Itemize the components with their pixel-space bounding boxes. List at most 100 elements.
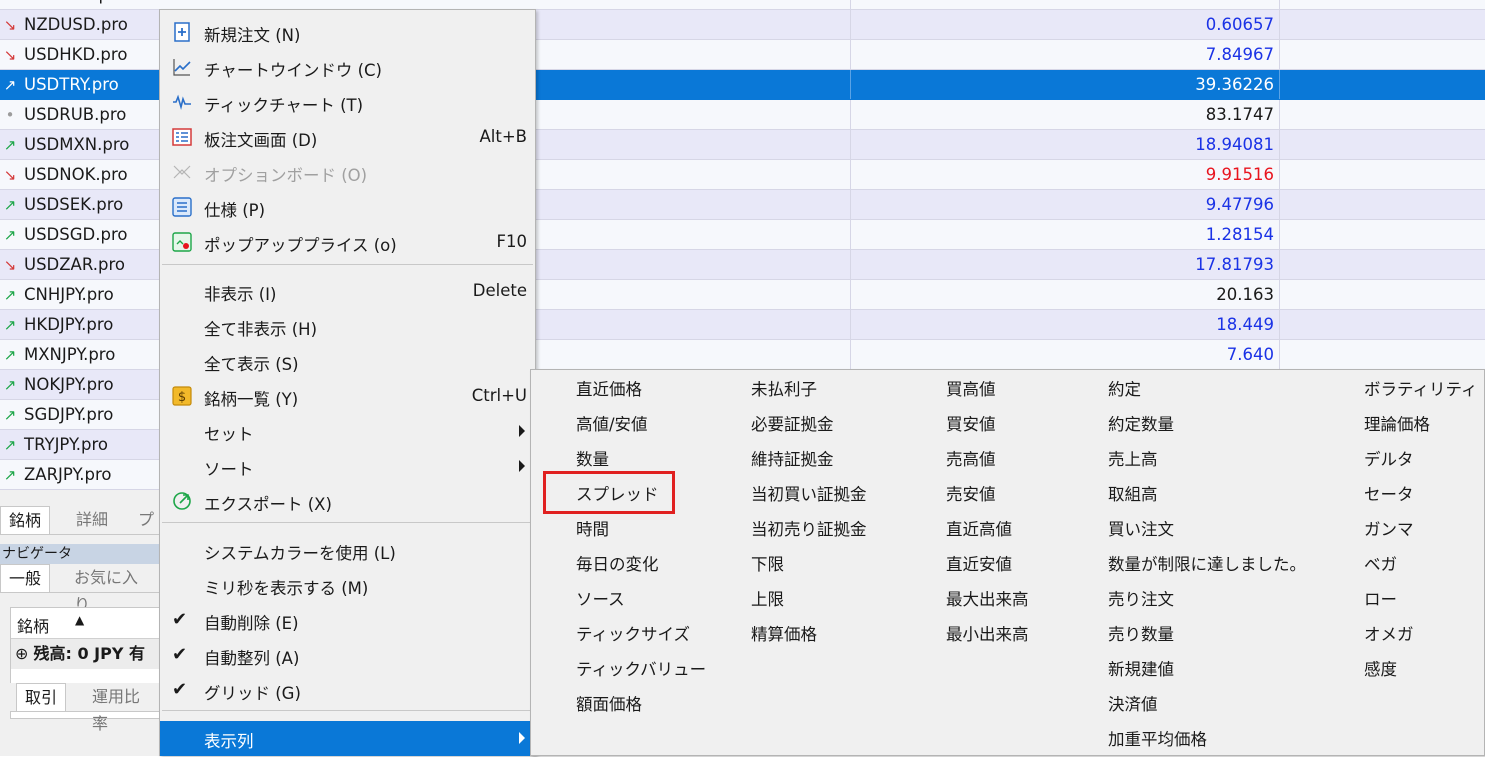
column-option[interactable]: 精算価格 — [751, 617, 817, 652]
menu-item-label: エクスポート (X) — [204, 495, 332, 514]
column-option[interactable]: 当初売り証拠金 — [751, 512, 867, 547]
column-option[interactable]: 売上高 — [1108, 442, 1158, 477]
menu-item-label: システムカラーを使用 (L) — [204, 544, 396, 563]
column-option[interactable]: 最小出来高 — [946, 617, 1029, 652]
menu-item[interactable]: 仕様 (P) — [160, 190, 535, 225]
column-option[interactable]: 直近高値 — [946, 512, 1012, 547]
arrow-up-icon: ↗ — [3, 76, 17, 94]
menu-item[interactable]: チャートウインドウ (C) — [160, 50, 535, 85]
menu-item[interactable]: 全て表示 (S) — [160, 344, 535, 379]
column-option[interactable]: ベガ — [1364, 547, 1397, 582]
terminal-header[interactable]: 銘柄 ▲ — [11, 608, 161, 639]
arrow-up-icon: ↗ — [3, 286, 17, 304]
menu-item[interactable]: 非表示 (I) Delete — [160, 274, 535, 309]
price-value: 18.94081 — [1195, 135, 1274, 154]
menu-item[interactable]: 全て非表示 (H) — [160, 309, 535, 344]
column-option[interactable]: ボラティリティ — [1364, 372, 1478, 407]
columns-submenu: 直近価格 高値/安値 数量 スプレッド 時間 毎日の変化 ソース ティックサイズ ティックバリュ… — [530, 369, 1485, 756]
column-option[interactable]: オメガ — [1364, 617, 1414, 652]
tab-symbols[interactable]: 銘柄 — [0, 506, 51, 534]
column-option[interactable]: 高値/安値 — [576, 407, 648, 442]
column-option[interactable]: セータ — [1364, 477, 1414, 512]
column-option[interactable]: 感度 — [1364, 652, 1397, 687]
column-option[interactable]: ティックサイズ — [576, 617, 690, 652]
column-option[interactable]: 取組高 — [1108, 477, 1158, 512]
column-option[interactable]: 売安値 — [946, 477, 996, 512]
arrow-down-icon: ↘ — [3, 166, 17, 184]
column-option[interactable]: 維持証拠金 — [751, 442, 834, 477]
balance-row[interactable]: ⊕ 残高: 0 JPY 有 — [11, 639, 161, 669]
arrow-up-icon: ↗ — [3, 436, 17, 454]
tab-exposure[interactable]: 運用比率 — [84, 683, 160, 733]
column-option[interactable]: 買安値 — [946, 407, 996, 442]
column-option[interactable]: 直近安値 — [946, 547, 1012, 582]
menu-item[interactable]: ミリ秒を表示する (M) — [160, 568, 535, 603]
tab-details[interactable]: 詳細 — [68, 506, 116, 533]
price-value: 1.28154 — [1205, 225, 1274, 244]
balance-text: 残高: 0 JPY 有 — [33, 644, 146, 663]
menu-item[interactable]: オプションボード (O) — [160, 155, 535, 190]
column-option[interactable]: 理論価格 — [1364, 407, 1430, 442]
menu-item[interactable]: ティックチャート (T) — [160, 85, 535, 120]
menu-item[interactable]: セット — [160, 414, 535, 449]
tab-trade[interactable]: 取引 — [16, 683, 67, 711]
menu-item[interactable]: 板注文画面 (D) Alt+B — [160, 120, 535, 155]
column-option[interactable]: 額面価格 — [576, 687, 642, 722]
column-option[interactable]: 買高値 — [946, 372, 996, 407]
column-option[interactable]: 最大出来高 — [946, 582, 1029, 617]
column-option[interactable]: ティックバリュー — [576, 652, 706, 687]
menu-item-label: ミリ秒を表示する (M) — [204, 579, 369, 598]
column-option[interactable]: 決済値 — [1108, 687, 1158, 722]
column-option[interactable]: 新規建値 — [1108, 652, 1174, 687]
column-option[interactable]: 約定 — [1108, 372, 1141, 407]
column-option[interactable]: 未払利子 — [751, 372, 817, 407]
market-watch-tabs: 銘柄 詳細 プ — [0, 506, 160, 535]
menu-item[interactable]: $ 銘柄一覧 (Y) Ctrl+U — [160, 379, 535, 414]
menu-item-label: 全て非表示 (H) — [204, 320, 318, 339]
symbol-name: USDNOK.pro — [24, 165, 128, 184]
column-option[interactable]: 売り数量 — [1108, 617, 1174, 652]
column-option[interactable]: 売高値 — [946, 442, 996, 477]
column-option[interactable]: 必要証拠金 — [751, 407, 834, 442]
column-option[interactable]: 買い注文 — [1108, 512, 1174, 547]
column-option[interactable]: 当初買い証拠金 — [751, 477, 867, 512]
expand-plus-icon[interactable]: ⊕ — [15, 644, 34, 663]
menu-item[interactable]: ポップアッププライス (o) F10 — [160, 225, 535, 260]
menu-item-label: 銘柄一覧 (Y) — [204, 390, 299, 409]
arrow-up-icon: ↗ — [3, 376, 17, 394]
menu-item[interactable]: ソート — [160, 449, 535, 484]
menu-item-label: 自動削除 (E) — [204, 614, 299, 633]
column-option[interactable]: 上限 — [751, 582, 784, 617]
menu-item[interactable]: ✔ 自動整列 (A) — [160, 638, 535, 673]
menu-item[interactable]: 新規注文 (N) — [160, 15, 535, 50]
column-option[interactable]: 直近価格 — [576, 372, 642, 407]
menu-item-label: ティックチャート (T) — [204, 96, 364, 115]
tab-favorites[interactable]: お気に入り — [66, 564, 160, 614]
menu-item[interactable]: 表示列 — [160, 721, 535, 756]
arrow-up-icon: ↗ — [3, 196, 17, 214]
menu-item[interactable]: システムカラーを使用 (L) — [160, 533, 535, 568]
column-option[interactable]: 加重平均価格 — [1108, 722, 1207, 757]
menu-item[interactable]: ✔ 自動削除 (E) — [160, 603, 535, 638]
depth-of-market-icon — [172, 127, 192, 147]
symbol-name: CNHJPY.pro — [24, 285, 114, 304]
column-option[interactable]: 下限 — [751, 547, 784, 582]
column-option[interactable]: 売り注文 — [1108, 582, 1174, 617]
menu-item[interactable]: エクスポート (X) — [160, 484, 535, 519]
tab-more[interactable]: プ — [130, 506, 162, 533]
menu-item-label: 仕様 (P) — [204, 201, 266, 220]
symbol-name: USDRUB.pro — [24, 105, 127, 124]
arrow-down-icon: ↘ — [3, 256, 17, 274]
menu-item[interactable]: ✔ グリッド (G) — [160, 673, 535, 708]
column-option[interactable]: ソース — [576, 582, 625, 617]
column-option[interactable]: デルタ — [1364, 442, 1414, 477]
column-option[interactable]: 約定数量 — [1108, 407, 1174, 442]
arrow-up-icon: ↗ — [3, 316, 17, 334]
column-option[interactable]: 毎日の変化 — [576, 547, 659, 582]
column-option[interactable]: ロー — [1364, 582, 1397, 617]
column-option[interactable]: 時間 — [576, 512, 609, 547]
column-option[interactable]: ガンマ — [1364, 512, 1414, 547]
tab-general[interactable]: 一般 — [0, 564, 51, 592]
menu-item-label: チャートウインドウ (C) — [204, 61, 382, 80]
column-option[interactable]: 数量が制限に達しました。 — [1108, 547, 1306, 582]
